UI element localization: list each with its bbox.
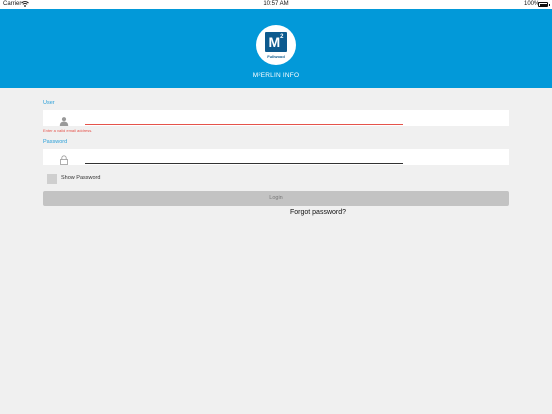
logo-brand: Fullwood	[267, 54, 285, 59]
password-field[interactable]	[43, 149, 509, 165]
login-button[interactable]: Login	[43, 191, 509, 206]
forgot-password-link[interactable]: Forgot password?	[276, 209, 360, 216]
app-logo: M2 Fullwood	[256, 25, 296, 65]
person-icon	[59, 113, 69, 126]
user-label: User	[43, 100, 55, 106]
show-password-checkbox[interactable]	[47, 174, 57, 184]
password-input[interactable]	[85, 151, 403, 163]
battery-icon	[538, 2, 550, 7]
password-label: Password	[43, 139, 68, 145]
user-field[interactable]	[43, 110, 509, 126]
logo-badge: M2	[265, 32, 287, 52]
clock: 10:57 AM	[263, 1, 289, 7]
password-underline	[85, 163, 403, 164]
user-input[interactable]	[85, 112, 403, 124]
status-bar: Carrier 10:57 AM 100%	[0, 0, 552, 9]
app-title: M²ERLIN INFO	[252, 72, 300, 79]
show-password-label[interactable]: Show Password	[61, 175, 100, 181]
user-underline	[85, 124, 403, 125]
lock-icon	[59, 152, 69, 165]
app-header: M2 Fullwood M²ERLIN INFO	[0, 9, 552, 88]
user-error-message: Enter a valid email address.	[43, 128, 93, 133]
